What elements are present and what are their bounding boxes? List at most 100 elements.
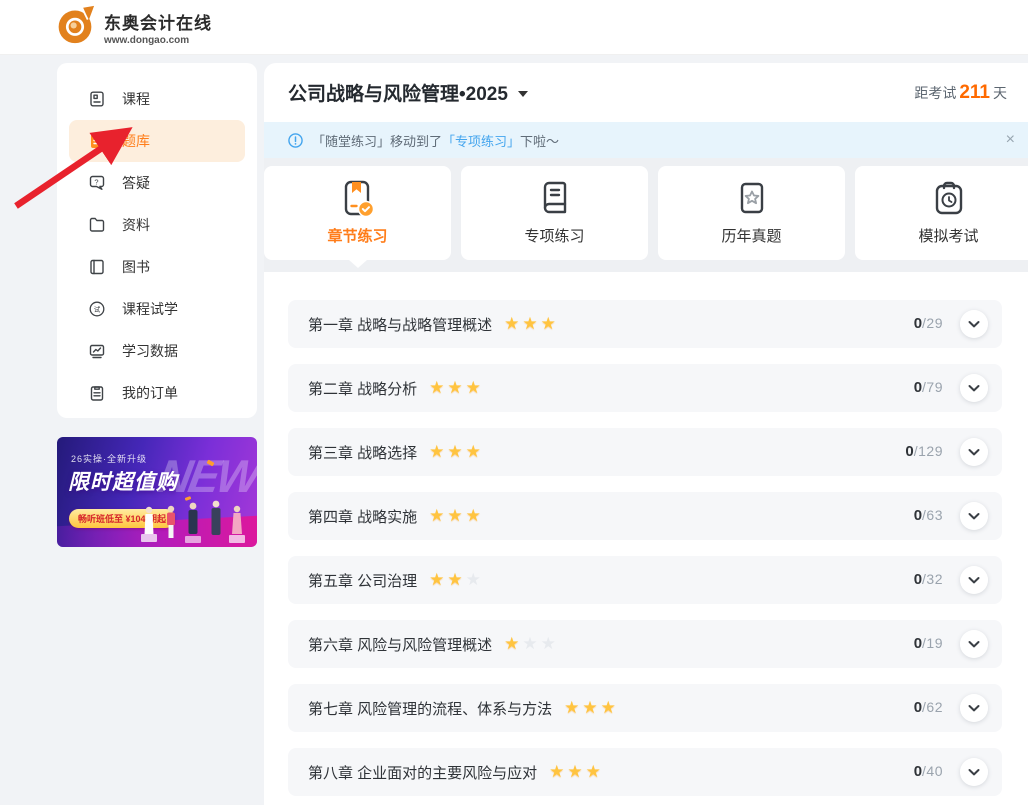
tab-special-practice[interactable]: 专项练习 (461, 166, 648, 260)
tabs-strip: 章节练习 专项练习 历年真题 模拟考试 (264, 158, 1028, 272)
chapter-progress: 0/63 (913, 507, 943, 524)
promo-banner[interactable]: NEW 26实操·全新升级 限时超值购 畅听班低至 ¥104/期起 (57, 437, 257, 547)
chapter-progress: 0/79 (913, 379, 943, 396)
special-practice-icon (533, 177, 577, 223)
chapter-row[interactable]: 第八章 企业面对的主要风险与应对 ★★★ 0/40 (288, 748, 1002, 796)
chapter-progress: 0/29 (913, 315, 943, 332)
tab-label: 章节练习 (327, 228, 388, 245)
chapter-row[interactable]: 第四章 战略实施 ★★★ 0/63 (288, 492, 1002, 540)
chapter-progress: 0/32 (913, 571, 943, 588)
sidebar-item-label: 题库 (122, 133, 150, 149)
promo-people-figures (141, 500, 245, 543)
sidebar-item-label: 学习数据 (122, 343, 178, 359)
sidebar-item-materials[interactable]: 资料 (69, 204, 245, 246)
course-icon (88, 90, 106, 108)
chapter-difficulty-stars: ★★★ (429, 441, 484, 461)
chapter-difficulty-stars: ★★★ (429, 569, 484, 589)
sidebar-item-label: 答疑 (122, 175, 150, 191)
chapter-progress: 0/19 (913, 635, 943, 652)
chevron-down-icon[interactable] (960, 630, 988, 658)
chapter-row[interactable]: 第三章 战略选择 ★★★ 0/129 (288, 428, 1002, 476)
sidebar-nav: 课程 题库? 答疑 资料 图书试 课程试学 学习数据 我的订单 (57, 78, 257, 414)
sidebar-item-courses[interactable]: 课程 (69, 78, 245, 120)
chevron-down-icon[interactable] (960, 310, 988, 338)
brand-name: 东奥会计在线 (104, 13, 212, 33)
question-bank-icon (88, 132, 106, 150)
chevron-down-icon[interactable] (960, 566, 988, 594)
title-row: 公司战略与风险管理•2025 距考试 211 天 (264, 63, 1028, 122)
page: 东奥会计在线 www.dongao.com 课程 题库? 答疑 资料 图书试 课程试学 学习… (0, 0, 1028, 805)
chapter-title: 第一章 战略与战略管理概述 (308, 316, 493, 334)
chapter-row[interactable]: 第五章 公司治理 ★★★ 0/32 (288, 556, 1002, 604)
chapter-row[interactable]: 第七章 风险管理的流程、体系与方法 ★★★ 0/62 (288, 684, 1002, 732)
notice-link[interactable]: 「专项练习」 (442, 134, 520, 149)
chapter-difficulty-stars: ★★★ (504, 633, 559, 653)
course-switcher[interactable]: 公司战略与风险管理•2025 (288, 79, 528, 106)
chevron-down-icon[interactable] (960, 502, 988, 530)
tab-chapter-practice[interactable]: 章节练习 (264, 166, 451, 268)
sidebar-item-course-trial[interactable]: 试 课程试学 (69, 288, 245, 330)
tab-label: 专项练习 (524, 228, 585, 245)
sidebar-item-qa[interactable]: ? 答疑 (69, 162, 245, 204)
chapter-row[interactable]: 第二章 战略分析 ★★★ 0/79 (288, 364, 1002, 412)
chevron-down-icon[interactable] (960, 694, 988, 722)
chapter-list: 第一章 战略与战略管理概述 ★★★ 0/29 第二章 战略分析 ★★★ 0/79 第三章 战… (264, 272, 1028, 796)
top-bar: 东奥会计在线 www.dongao.com (0, 0, 1028, 55)
notice-text: 「随堂练习」移动到了 (312, 133, 443, 149)
chapter-title: 第三章 战略选择 (308, 444, 418, 462)
past-papers-icon (730, 177, 774, 223)
chapter-difficulty-stars: ★★★ (504, 313, 559, 333)
chapter-row[interactable]: 第六章 风险与风险管理概述 ★★★ 0/19 (288, 620, 1002, 668)
chapter-progress: 0/40 (913, 763, 943, 780)
sidebar-item-label: 图书 (122, 259, 150, 275)
dongao-logo-icon (55, 5, 95, 50)
brand-url: www.dongao.com (104, 34, 190, 46)
svg-text:?: ? (94, 177, 98, 186)
folder-icon (88, 216, 106, 234)
chevron-down-icon (517, 90, 528, 97)
sidebar-item-label: 课程 (122, 91, 150, 107)
chapter-progress: 0/129 (905, 443, 943, 460)
sidebar-item-question-bank[interactable]: 题库 (69, 120, 245, 162)
chapter-difficulty-stars: ★★★ (429, 377, 484, 397)
svg-text:试: 试 (94, 304, 101, 313)
tabs: 章节练习 专项练习 历年真题 模拟考试 (264, 166, 1028, 268)
chapter-title: 第七章 风险管理的流程、体系与方法 (308, 700, 553, 718)
dongao-logo[interactable]: 东奥会计在线 www.dongao.com (55, 5, 212, 50)
sidebar-item-my-orders[interactable]: 我的订单 (69, 372, 245, 414)
book-icon (88, 258, 106, 276)
notice-banner: 「随堂练习」移动到了「专项练习」下啦～ × (264, 122, 1028, 158)
sidebar-item-label: 资料 (122, 217, 150, 233)
countdown-days: 211 (959, 81, 990, 103)
promo-tagline: 26实操·全新升级 (71, 454, 148, 464)
tab-past-papers[interactable]: 历年真题 (658, 166, 845, 260)
chapter-title: 第二章 战略分析 (308, 380, 418, 398)
chevron-down-icon[interactable] (960, 374, 988, 402)
close-icon[interactable]: × (1006, 132, 1015, 148)
main-content: 公司战略与风险管理•2025 距考试 211 天 「随堂练习」移动到了「专项练习… (264, 63, 1028, 805)
qa-chat-icon: ? (88, 174, 106, 192)
sidebar-item-books[interactable]: 图书 (69, 246, 245, 288)
chevron-down-icon[interactable] (960, 758, 988, 786)
sidebar-item-label: 课程试学 (122, 301, 178, 317)
sidebar: 课程 题库? 答疑 资料 图书试 课程试学 学习数据 我的订单 (57, 63, 257, 418)
tab-label: 模拟考试 (918, 228, 979, 245)
chapter-difficulty-stars: ★★★ (549, 761, 604, 781)
notice-text-after: 下啦～ (520, 133, 560, 149)
orders-clipboard-icon (88, 384, 106, 402)
chapter-row[interactable]: 第一章 战略与战略管理概述 ★★★ 0/29 (288, 300, 1002, 348)
page-title: 公司战略与风险管理•2025 (288, 84, 508, 105)
chapter-title: 第八章 企业面对的主要风险与应对 (308, 764, 538, 782)
sidebar-item-study-data[interactable]: 学习数据 (69, 330, 245, 372)
chapter-difficulty-stars: ★★★ (564, 697, 619, 717)
chapter-progress: 0/62 (913, 699, 943, 716)
study-data-icon (88, 342, 106, 360)
chevron-down-icon[interactable] (960, 438, 988, 466)
promo-headline: 限时超值购 (68, 471, 178, 494)
chapter-practice-icon (336, 177, 380, 223)
tab-mock-exam[interactable]: 模拟考试 (855, 166, 1028, 260)
trial-circle-icon: 试 (88, 300, 106, 318)
mock-exam-icon (927, 177, 971, 223)
chapter-title: 第六章 风险与风险管理概述 (308, 636, 493, 654)
chapter-difficulty-stars: ★★★ (429, 505, 484, 525)
